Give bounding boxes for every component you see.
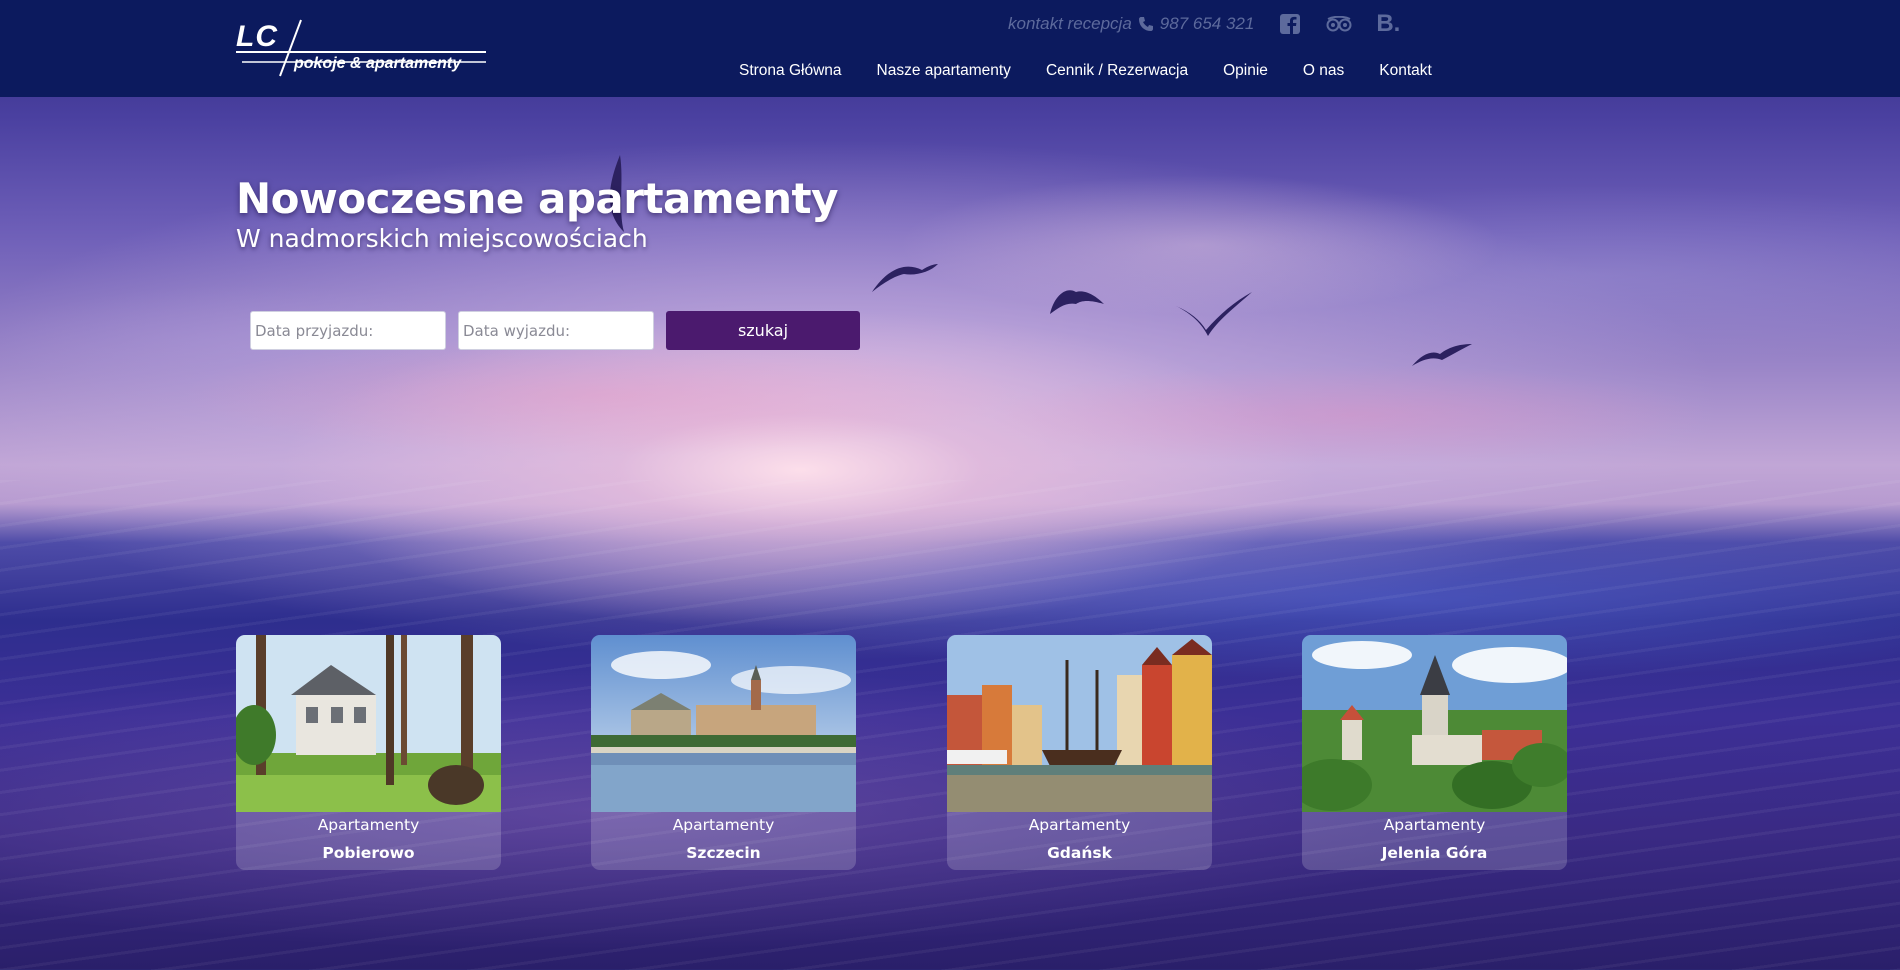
card-city: Jelenia Góra	[1381, 844, 1488, 862]
site-header: LC pokoje & apartamenty kontakt recepcja…	[0, 0, 1900, 97]
destination-card-gdansk[interactable]: Apartamenty Gdańsk	[947, 635, 1212, 870]
contact-bar: kontakt recepcja 987 654 321 B.	[1008, 10, 1400, 38]
card-image-szczecin	[591, 635, 856, 812]
nav-item-contact[interactable]: Kontakt	[1379, 62, 1432, 80]
destination-card-jelenia-gora[interactable]: Apartamenty Jelenia Góra	[1302, 635, 1567, 870]
destination-card-szczecin[interactable]: Apartamenty Szczecin	[591, 635, 856, 870]
phone-icon	[1138, 17, 1153, 31]
nav-item-apartments[interactable]: Nasze apartamenty	[877, 62, 1011, 80]
card-city: Pobierowo	[322, 844, 415, 862]
card-image-gdansk	[947, 635, 1212, 812]
tripadvisor-icon[interactable]	[1326, 16, 1352, 32]
card-kicker: Apartamenty	[1028, 816, 1131, 834]
seagull-4	[1176, 292, 1252, 336]
hero-subtitle: W nadmorskich miejscowościach	[236, 224, 648, 253]
destination-card-pobierowo[interactable]: Apartamenty Pobierowo	[236, 635, 501, 870]
seagull-2	[872, 264, 938, 292]
nav-item-home[interactable]: Strona Główna	[739, 62, 842, 80]
logo-subtitle: pokoje & apartamenty	[294, 55, 462, 72]
main-nav: Strona Główna Nasze apartamenty Cennik /…	[739, 62, 1467, 80]
booking-icon[interactable]: B.	[1376, 10, 1400, 38]
sky-clouds	[0, 95, 1900, 515]
seagull-5	[1412, 344, 1472, 366]
logo-mark: LC	[236, 20, 278, 53]
site-logo[interactable]: LC pokoje & apartamenty	[236, 18, 486, 78]
nav-item-about[interactable]: O nas	[1303, 62, 1344, 80]
card-city: Szczecin	[686, 844, 761, 862]
phone-number[interactable]: 987 654 321	[1160, 14, 1255, 34]
hero-title: Nowoczesne apartamenty	[236, 174, 838, 223]
seagull-3	[1050, 290, 1104, 314]
facebook-icon[interactable]	[1280, 14, 1301, 34]
search-button[interactable]: szukaj	[666, 311, 860, 350]
card-kicker: Apartamenty	[317, 816, 420, 834]
card-kicker: Apartamenty	[672, 816, 775, 834]
card-kicker: Apartamenty	[1383, 816, 1486, 834]
nav-item-reviews[interactable]: Opinie	[1223, 62, 1268, 80]
departure-date-input[interactable]	[458, 311, 654, 350]
contact-label: kontakt recepcja	[1008, 14, 1132, 33]
arrival-date-input[interactable]	[250, 311, 446, 350]
card-city: Gdańsk	[1047, 844, 1112, 862]
card-image-jelenia-gora	[1302, 635, 1567, 812]
nav-item-pricing[interactable]: Cennik / Rezerwacja	[1046, 62, 1188, 80]
card-image-pobierowo	[236, 635, 501, 812]
